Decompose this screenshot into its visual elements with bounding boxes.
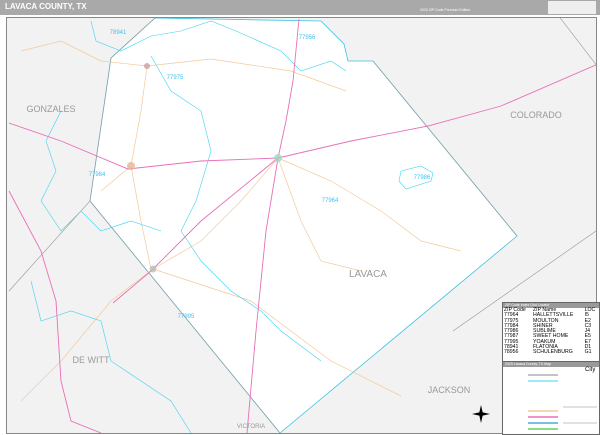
zip-index-legend: ZIP Code Index Grid Locator ZIP Code ZIP…: [502, 302, 600, 435]
city-moulton-marker: [144, 63, 150, 69]
map-title: LAVACA COUNTY, TX: [5, 2, 87, 11]
zip-code: 78956: [504, 349, 519, 356]
county-label-lavaca: LAVACA: [349, 269, 387, 280]
county-label-jackson: JACKSON: [428, 385, 471, 395]
map-key: 2020 Lavaca County, TX Map City: [503, 361, 599, 435]
zip-label-77956: 77956: [299, 35, 316, 41]
county-label-colorado: COLORADO: [510, 110, 562, 120]
zip-label-77986: 77986: [414, 175, 431, 181]
edition-subtitle: 2020 ZIP Code Premium Edition: [420, 8, 471, 12]
zip-index-table: ZIP Code ZIP Name LOC 77964 HALLETTSVILLE…: [503, 307, 599, 356]
city-key-label: City: [585, 367, 596, 373]
publisher-logo: [548, 1, 596, 14]
zip-label-77964: 77964: [322, 198, 339, 204]
city-yoakum-marker: [149, 265, 157, 273]
zip-label-78941: 78941: [110, 30, 127, 36]
county-label-victoria: VICTORIA: [237, 424, 265, 430]
county-label-de-witt: DE WITT: [73, 355, 110, 365]
zip-label-77975: 77975: [167, 75, 184, 81]
zip-label-77995: 77995: [178, 314, 195, 320]
compass-rose-icon: [472, 405, 490, 423]
zip-name: SCHULENBURG: [533, 349, 573, 356]
zip-index-row: 78956 SCHULENBURG G1: [503, 349, 599, 356]
city-shiner-marker: [127, 162, 135, 170]
zip-loc: G1: [584, 349, 592, 356]
map-key-symbols: [528, 374, 597, 430]
city-hallettsville-marker: [274, 154, 282, 162]
header-bar: LAVACA COUNTY, TX 2020 ZIP Code Premium …: [0, 0, 600, 15]
zip-label-77984: 77984: [89, 172, 106, 178]
county-label-gonzales: GONZALES: [26, 104, 75, 114]
